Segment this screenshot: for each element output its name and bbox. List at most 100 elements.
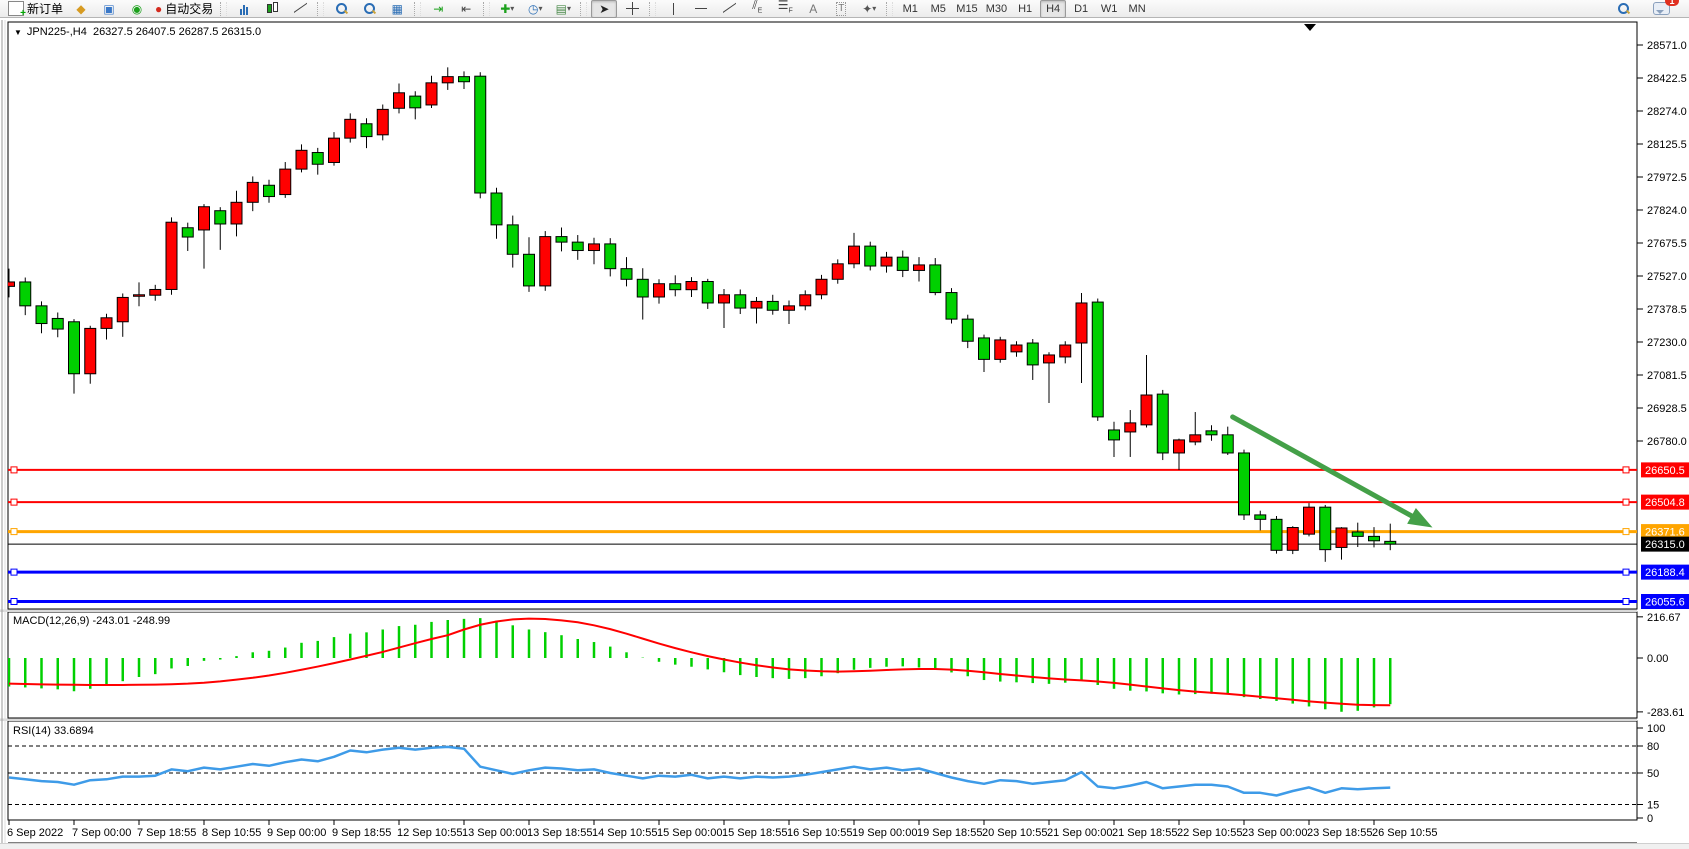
line-handle[interactable] <box>1623 499 1629 505</box>
text-icon: A <box>809 3 817 15</box>
timeframe-button-h4[interactable]: H4 <box>1040 0 1066 18</box>
line-handle[interactable] <box>1623 529 1629 535</box>
market-watch-button[interactable]: ◆ <box>68 0 94 18</box>
price-pane <box>8 22 1637 609</box>
price-tick-label: 27972.5 <box>1647 172 1687 184</box>
horizontal-line-tool-button[interactable] <box>688 0 714 18</box>
chevron-down-icon: ▾ <box>567 3 571 15</box>
zoom-in-icon <box>335 2 348 15</box>
price-tick-label: 28571.0 <box>1647 40 1687 52</box>
clock-icon: ◷ <box>528 3 538 15</box>
toolbar-separator <box>414 2 421 16</box>
toolbar-separator <box>649 2 656 16</box>
auto-scroll-button[interactable]: ⇥ <box>425 0 451 18</box>
tile-windows-button[interactable]: ▦ <box>384 0 410 18</box>
terminal-button[interactable]: ▣ <box>96 0 122 18</box>
line-handle[interactable] <box>1623 569 1629 575</box>
crosshair-tool-button[interactable] <box>619 0 645 18</box>
timeframe-button-m5[interactable]: M5 <box>925 0 951 18</box>
chart-dropdown-icon[interactable]: ▼ <box>14 28 22 37</box>
timeframe-button-m30[interactable]: M30 <box>983 0 1010 18</box>
chart-title-text: JPN225-,H4 26327.5 26407.5 26287.5 26315… <box>27 26 261 38</box>
rsi-tick-label: 15 <box>1647 800 1659 812</box>
notification-badge: 1 <box>1665 0 1679 6</box>
timeframe-button-mn[interactable]: MN <box>1124 0 1150 18</box>
templates-dropdown-button[interactable]: ▤▾ <box>550 0 576 18</box>
new-order-label: 新订单 <box>27 0 63 17</box>
candle <box>1287 526 1298 554</box>
price-tick-label: 28125.5 <box>1647 139 1687 151</box>
price-tick-label: 26780.0 <box>1647 436 1687 448</box>
cursor-tool-button[interactable]: ➤ <box>591 0 617 18</box>
price-tick-label: 27081.5 <box>1647 370 1687 382</box>
autotrading-button[interactable]: ● 自动交易 <box>152 0 216 18</box>
zoom-out-button[interactable] <box>356 0 382 18</box>
fibonacci-tool-button[interactable]: ☰F <box>772 0 798 18</box>
signals-icon: ◉ <box>132 3 142 15</box>
svg-text:26650.5: 26650.5 <box>1645 465 1685 477</box>
line-handle[interactable] <box>11 529 17 535</box>
price-tick-label: 27230.0 <box>1647 337 1687 349</box>
timeframe-button-h1[interactable]: H1 <box>1012 0 1038 18</box>
equidistant-channel-tool-button[interactable]: ⫽E <box>744 0 770 18</box>
time-tick-label: 6 Sep 2022 <box>7 827 63 839</box>
pane-splitter[interactable] <box>0 610 1637 613</box>
line-chart-mode-button[interactable] <box>287 0 313 18</box>
time-tick-label: 21 Sep 00:00 <box>1047 827 1112 839</box>
line-handle[interactable] <box>11 599 17 605</box>
line-handle[interactable] <box>11 569 17 575</box>
line-handle[interactable] <box>1623 467 1629 473</box>
text-label-tool-button[interactable]: T <box>828 0 854 18</box>
indicators-dropdown-button[interactable]: ✚▾ <box>494 0 520 18</box>
trendline-tool-button[interactable] <box>716 0 742 18</box>
candle <box>1239 450 1250 520</box>
arrows-dropdown-button[interactable]: ✦▾ <box>856 0 882 18</box>
time-tick-label: 20 Sep 10:55 <box>982 827 1047 839</box>
periods-dropdown-button[interactable]: ◷▾ <box>522 0 548 18</box>
timeframe-button-m1[interactable]: M1 <box>897 0 923 18</box>
chart-shift-button[interactable]: ⇤ <box>453 0 479 18</box>
time-tick-label: 13 Sep 18:55 <box>527 827 592 839</box>
search-button[interactable] <box>1610 0 1636 18</box>
new-order-button[interactable]: + 新订单 <box>5 0 66 18</box>
time-tick-label: 9 Sep 00:00 <box>267 827 326 839</box>
vertical-line-tool-button[interactable] <box>660 0 686 18</box>
candlestick-mode-button[interactable] <box>259 0 285 18</box>
pane-splitter[interactable] <box>0 719 1637 722</box>
zoom-in-button[interactable] <box>328 0 354 18</box>
price-tick-label: 27527.0 <box>1647 271 1687 283</box>
price-tick-label: 27675.5 <box>1647 238 1687 250</box>
candle <box>377 105 388 141</box>
bar-chart-mode-button[interactable] <box>231 0 257 18</box>
line-handle[interactable] <box>11 467 17 473</box>
autotrading-icon: ● <box>155 3 162 15</box>
fibonacci-icon: ☰F <box>778 0 793 18</box>
time-tick-label: 13 Sep 00:00 <box>462 827 527 839</box>
candle <box>1157 390 1168 460</box>
timeframe-button-m15[interactable]: M15 <box>953 0 980 18</box>
line-handle[interactable] <box>11 499 17 505</box>
tile-windows-icon: ▦ <box>392 3 403 15</box>
auto-scroll-icon: ⇥ <box>433 3 443 15</box>
search-icon <box>1617 2 1630 15</box>
chart-canvas[interactable]: 28571.028422.528274.028125.527972.527824… <box>0 0 1689 849</box>
timeframe-button-d1[interactable]: D1 <box>1068 0 1094 18</box>
candle <box>995 337 1006 363</box>
toolbar-separator <box>580 2 587 16</box>
template-icon: ▤ <box>556 3 567 15</box>
macd-tick-label: -283.61 <box>1647 707 1684 719</box>
zoom-out-icon <box>363 2 376 15</box>
svg-text:26504.8: 26504.8 <box>1645 497 1685 509</box>
text-tool-button[interactable]: A <box>800 0 826 18</box>
terminal-icon: ▣ <box>103 3 114 15</box>
line-handle[interactable] <box>1623 599 1629 605</box>
timeframe-button-w1[interactable]: W1 <box>1096 0 1122 18</box>
price-tick-label: 28422.5 <box>1647 73 1687 85</box>
notifications-button[interactable]: 1 <box>1648 0 1674 18</box>
candle <box>1271 516 1282 554</box>
line-chart-icon <box>294 2 307 15</box>
signals-button[interactable]: ◉ <box>124 0 150 18</box>
candle <box>946 288 957 323</box>
main-toolbar: + 新订单 ◆ ▣ ◉ ● 自动交易 ▦ ⇥ ⇤ ✚▾ ◷▾ ▤▾ <box>0 0 1689 18</box>
rsi-pane <box>8 721 1637 820</box>
